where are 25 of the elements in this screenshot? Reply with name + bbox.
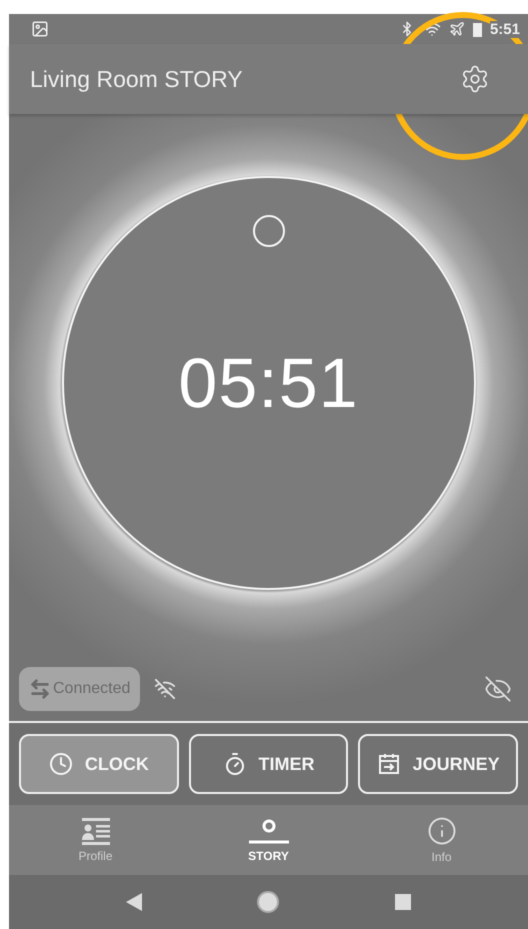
recents-icon[interactable] xyxy=(394,894,411,910)
nav-tab[interactable]: Profile xyxy=(9,805,182,875)
wifi-off-icon xyxy=(154,678,176,700)
nav-tab[interactable]: STORY xyxy=(182,805,355,875)
eye-off-icon[interactable] xyxy=(484,675,512,703)
position-marker xyxy=(252,215,284,247)
device-icon xyxy=(248,817,290,845)
airplane-icon xyxy=(448,21,465,37)
clock-icon xyxy=(48,752,73,776)
clock-time: 05:51 xyxy=(178,343,359,423)
calendar-icon xyxy=(376,752,401,776)
back-icon[interactable] xyxy=(126,893,142,911)
mode-button[interactable]: TIMER xyxy=(188,734,348,794)
status-time: 5:51 xyxy=(490,20,520,38)
info-icon xyxy=(426,816,456,846)
app-title: Living Room STORY xyxy=(30,66,244,92)
home-icon[interactable] xyxy=(256,890,280,914)
battery-icon xyxy=(472,22,482,36)
mode-button[interactable]: JOURNEY xyxy=(358,734,518,794)
mode-button[interactable]: CLOCK xyxy=(19,734,179,794)
nav-tab[interactable]: Info xyxy=(355,805,528,875)
profile-card-icon xyxy=(80,817,110,845)
settings-icon[interactable] xyxy=(460,64,490,94)
swap-arrows-icon xyxy=(29,678,51,700)
image-notification-icon xyxy=(31,20,49,38)
